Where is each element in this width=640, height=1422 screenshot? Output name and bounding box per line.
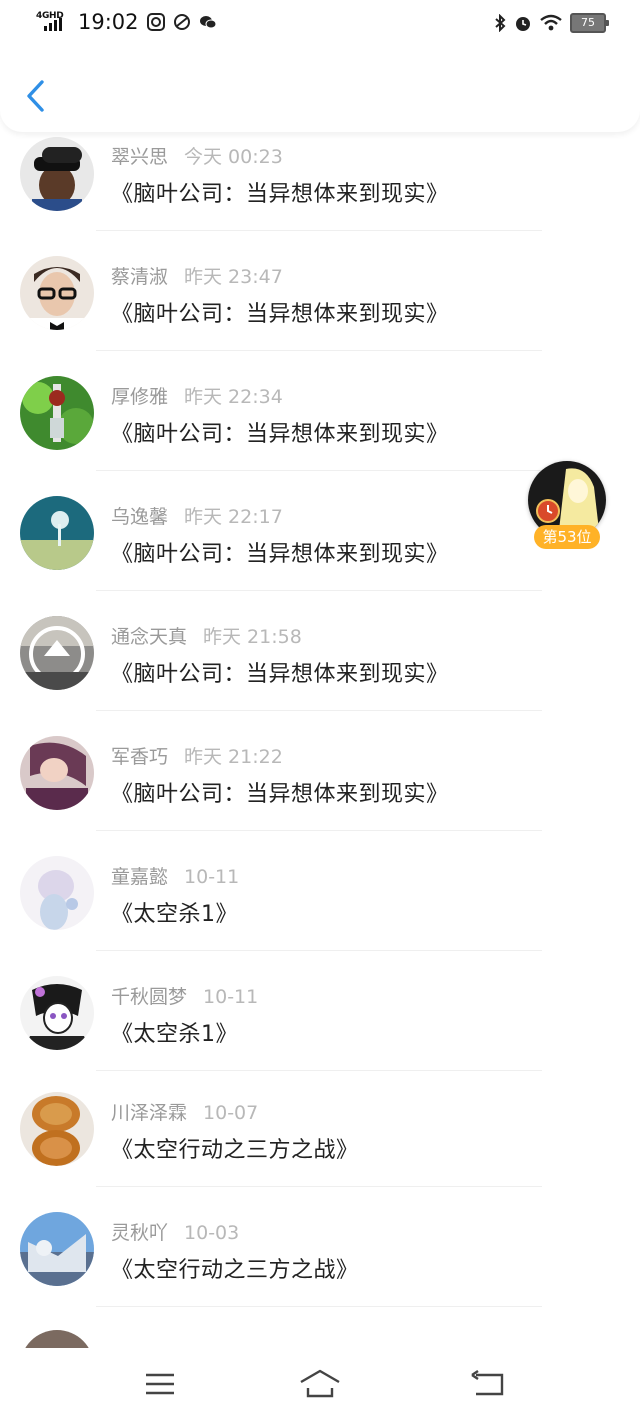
rank-badge[interactable]: 第53位 — [526, 461, 608, 551]
list-item[interactable]: 千秋圆梦 10-11 《太空杀1》 — [0, 952, 640, 1072]
read-date: 10-11 — [203, 986, 259, 1008]
reader-name: 通念天真 — [111, 626, 188, 648]
system-nav-bar — [0, 1348, 640, 1422]
book-title[interactable]: 《脑叶公司：当异想体来到现实》 — [111, 656, 449, 688]
alarm-icon — [516, 17, 530, 31]
read-date: 10-07 — [203, 1102, 259, 1124]
avatar[interactable] — [20, 1212, 94, 1286]
avatar[interactable] — [20, 736, 94, 810]
reader-name: 军香巧 — [111, 746, 169, 768]
book-title[interactable]: 《脑叶公司：当异想体来到现实》 — [111, 776, 449, 808]
book-title[interactable]: 《脑叶公司：当异想体来到现实》 — [111, 416, 449, 448]
qq-app-icon — [146, 13, 165, 31]
read-date: 今天 00:23 — [184, 146, 283, 168]
list-item-partial[interactable] — [0, 1312, 640, 1352]
avatar[interactable] — [20, 137, 94, 211]
book-title[interactable]: 《太空行动之三方之战》 — [111, 1252, 359, 1284]
back-chevron-icon[interactable] — [22, 78, 52, 114]
avatar[interactable] — [20, 1092, 94, 1166]
status-right: 75 — [494, 13, 609, 33]
avatar[interactable] — [20, 976, 94, 1050]
return-icon[interactable] — [468, 1366, 508, 1402]
read-date: 昨天 21:58 — [203, 626, 302, 648]
divider — [96, 830, 542, 831]
divider — [96, 1186, 542, 1187]
avatar[interactable] — [20, 616, 94, 690]
reader-name: 川泽泽霖 — [111, 1102, 188, 1124]
avatar[interactable] — [20, 856, 94, 930]
read-date: 昨天 22:34 — [184, 386, 283, 408]
wifi-icon — [540, 14, 562, 31]
divider — [96, 350, 542, 351]
read-date: 10-11 — [184, 866, 240, 888]
list-item[interactable]: 厚修雅 昨天 22:34 《脑叶公司：当异想体来到现实》 — [0, 352, 640, 472]
reader-name: 千秋圆梦 — [111, 986, 188, 1008]
battery-icon: 75 — [570, 13, 609, 33]
divider — [96, 950, 542, 951]
list-item[interactable]: 军香巧 昨天 21:22 《脑叶公司：当异想体来到现实》 — [0, 712, 640, 832]
divider — [96, 1070, 542, 1071]
read-date: 昨天 23:47 — [184, 266, 283, 288]
bluetooth-icon — [495, 14, 506, 32]
book-title[interactable]: 《脑叶公司：当异想体来到现实》 — [111, 176, 449, 208]
avatar[interactable] — [20, 496, 94, 570]
status-left: 4GHD 19:02 — [36, 10, 217, 34]
book-title[interactable]: 《太空杀1》 — [111, 1016, 238, 1048]
clock-time: 19:02 — [78, 10, 139, 34]
read-date: 昨天 22:17 — [184, 506, 283, 528]
avatar[interactable] — [20, 376, 94, 450]
wechat-app-icon — [199, 16, 217, 29]
list-item[interactable]: 蔡清淑 昨天 23:47 《脑叶公司：当异想体来到现实》 — [0, 232, 640, 352]
book-title[interactable]: 《脑叶公司：当异想体来到现实》 — [111, 296, 449, 328]
menu-icon[interactable] — [140, 1366, 180, 1402]
divider — [96, 590, 542, 591]
divider — [96, 1306, 542, 1307]
status-bar: 4GHD 19:02 75 — [0, 0, 640, 50]
browser-app-icon — [173, 14, 190, 30]
header-bar — [0, 50, 640, 132]
reader-name: 乌逸馨 — [111, 506, 169, 528]
reader-name: 蔡清淑 — [111, 266, 169, 288]
divider — [96, 230, 542, 231]
book-title[interactable]: 《脑叶公司：当异想体来到现实》 — [111, 536, 449, 568]
reader-name: 灵秋吖 — [111, 1222, 169, 1244]
list-item[interactable]: 童嘉懿 10-11 《太空杀1》 — [0, 832, 640, 952]
reader-name: 童嘉懿 — [111, 866, 169, 888]
read-date: 昨天 21:22 — [184, 746, 283, 768]
divider — [96, 710, 542, 711]
list-item[interactable]: 灵秋吖 10-03 《太空行动之三方之战》 — [0, 1192, 640, 1312]
reader-name: 厚修雅 — [111, 386, 169, 408]
book-title[interactable]: 《太空杀1》 — [111, 896, 238, 928]
home-icon[interactable] — [298, 1366, 342, 1402]
list-item[interactable]: 川泽泽霖 10-07 《太空行动之三方之战》 — [0, 1072, 640, 1192]
read-date: 10-03 — [184, 1222, 240, 1244]
avatar[interactable] — [20, 256, 94, 330]
signal-icon: 4GHD — [36, 11, 66, 33]
rank-label: 第53位 — [534, 525, 600, 549]
reader-name: 翠兴思 — [111, 146, 169, 168]
divider — [96, 470, 542, 471]
list-item[interactable]: 通念天真 昨天 21:58 《脑叶公司：当异想体来到现实》 — [0, 592, 640, 712]
book-title[interactable]: 《太空行动之三方之战》 — [111, 1132, 359, 1164]
